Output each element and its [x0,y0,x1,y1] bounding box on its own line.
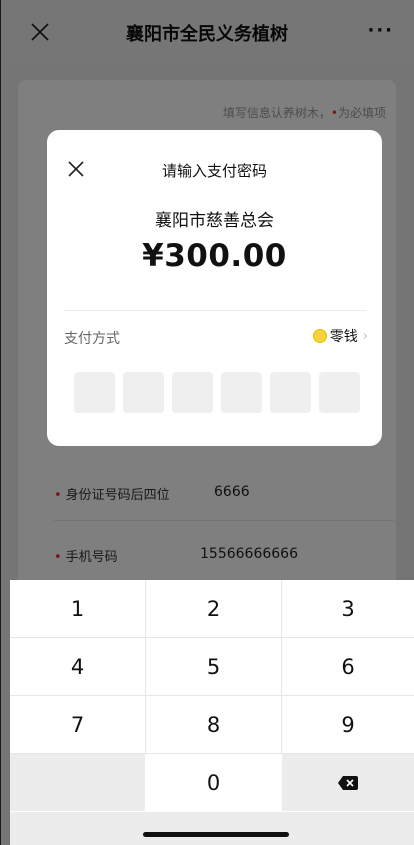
payment-amount: ¥300.00 [142,238,287,274]
pin-box [74,372,115,413]
keypad-divider [10,753,414,754]
key-8[interactable]: 8 [146,696,281,753]
pin-box [319,372,360,413]
key-6[interactable]: 6 [282,638,414,695]
keypad-footer [10,812,414,845]
key-9[interactable]: 9 [282,696,414,753]
screen-edge [0,0,1,845]
payment-method-value: 零钱 [329,329,358,345]
screen: 襄阳市全民义务植树 ··· 填写信息认养树木，•为必填项 •身份证号码后四位 6… [0,0,414,845]
key-0[interactable]: 0 [146,754,281,811]
pin-box [221,372,262,413]
key-4[interactable]: 4 [10,638,145,695]
pin-box [123,372,164,413]
dialog-title: 请输入支付密码 [161,162,267,180]
keypad-divider [281,580,282,754]
key-blank [10,754,145,811]
payment-dialog: 请输入支付密码 襄阳市慈善总会 ¥300.00 支付方式 零钱 › [47,130,382,446]
coin-icon [312,329,327,343]
key-2[interactable]: 2 [146,580,281,637]
keypad-divider [10,695,414,696]
delete-key[interactable] [282,754,414,811]
key-3[interactable]: 3 [282,580,414,637]
password-input[interactable] [74,372,360,413]
keypad-divider [10,637,414,638]
chevron-right-icon: › [362,328,368,344]
divider [63,310,366,311]
keypad-divider [145,580,146,754]
pin-box [270,372,311,413]
key-5[interactable]: 5 [146,638,281,695]
merchant-name: 襄阳市慈善总会 [155,211,274,231]
numeric-keypad: 1 2 3 4 5 6 7 8 9 0 [10,580,414,845]
payment-method-label: 支付方式 [64,331,120,347]
pin-box [172,372,213,413]
home-indicator[interactable] [143,832,289,837]
key-7[interactable]: 7 [10,696,145,753]
key-1[interactable]: 1 [10,580,145,637]
backspace-icon [338,775,358,790]
payment-method-selector[interactable]: 零钱 › [312,326,368,346]
